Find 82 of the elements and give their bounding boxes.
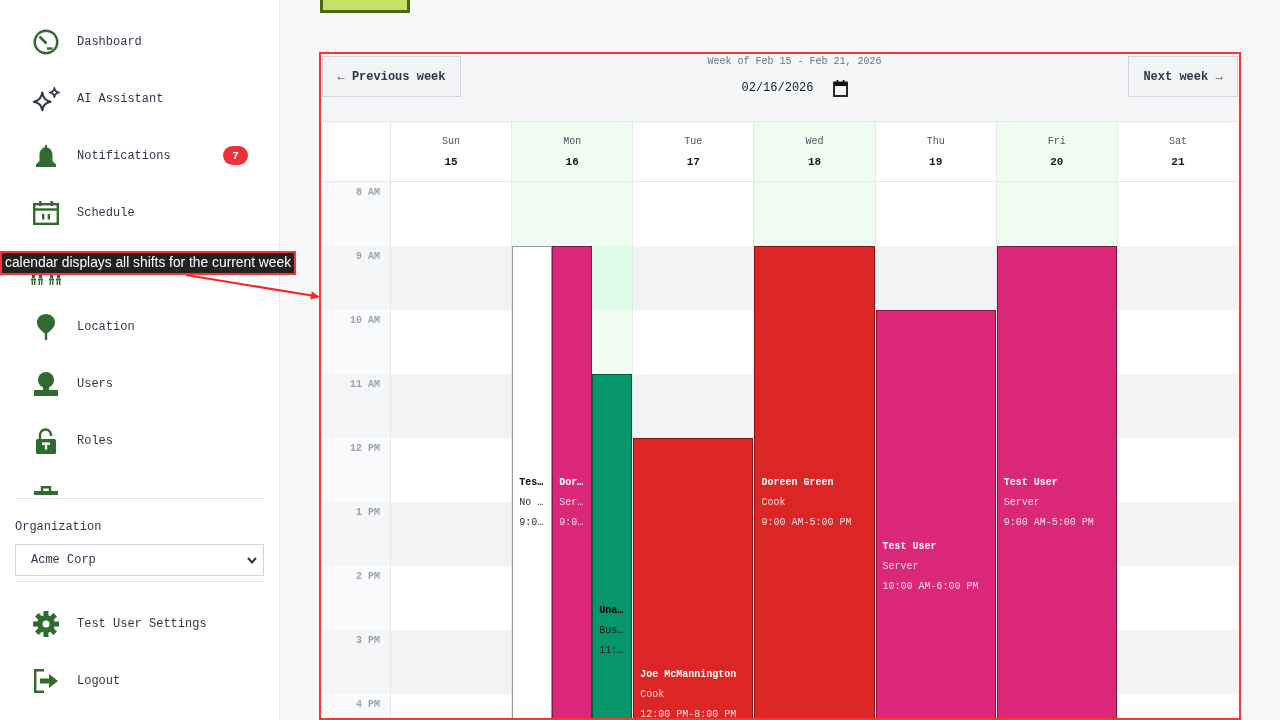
day-name: Sat xyxy=(1168,135,1187,148)
day-name: Mon xyxy=(563,135,582,148)
shift-name: Test User xyxy=(882,541,937,553)
time-label: 3 PM xyxy=(356,635,380,647)
user-icon xyxy=(33,371,59,396)
map-pin-icon xyxy=(36,313,56,340)
day-date: 20 xyxy=(1050,155,1064,168)
field-label: Organization xyxy=(15,520,103,534)
settings-icon xyxy=(33,610,59,637)
time-label: 1 PM xyxy=(356,507,380,519)
shift-time: 9:00 AM-5:00 PM xyxy=(1003,517,1094,529)
next-week-button[interactable]: Next week → xyxy=(1128,56,1238,97)
time-label: 10 AM xyxy=(350,315,380,327)
time-label: 9 AM xyxy=(356,251,380,263)
nav-item[interactable]: Test User Settings xyxy=(0,595,279,652)
day-name: Tue xyxy=(684,135,703,148)
shift-name: Dor… xyxy=(559,477,584,489)
day-name: Sun xyxy=(442,135,461,148)
nav-item[interactable]: Logout xyxy=(0,652,279,709)
action-button[interactable] xyxy=(320,0,410,13)
day-date: 17 xyxy=(686,155,700,168)
shift-role: Ser… xyxy=(559,497,584,509)
shift-time: 10:00 AM-6:00 PM xyxy=(882,581,979,593)
shift-time: 9:0… xyxy=(519,517,544,529)
shift-name: Joe McMannington xyxy=(640,669,737,681)
day-date: 19 xyxy=(929,155,943,168)
shift-time: 9:00 AM-5:00 PM xyxy=(761,517,852,529)
day-name: Fri xyxy=(1047,135,1066,148)
day-date: 21 xyxy=(1171,155,1185,168)
nav-item[interactable]: Schedule xyxy=(0,184,279,241)
nav-item[interactable]: Notifications 7 xyxy=(0,127,279,184)
chevron-down-icon xyxy=(247,556,257,564)
shift-role: Server xyxy=(1003,497,1040,509)
day-date: 18 xyxy=(807,155,822,168)
shift-role: Cook xyxy=(640,689,665,701)
shift-role: Server xyxy=(882,561,919,573)
shift-name: Tes… xyxy=(519,477,544,489)
shift-block[interactable]: Joe McMannington Cook 12:00 PM-8:00 PM xyxy=(633,438,754,720)
nav-item[interactable]: Roles xyxy=(0,412,279,469)
day-date: 16 xyxy=(565,155,579,168)
logout-icon xyxy=(33,668,59,693)
shift-name: Test User xyxy=(1003,477,1058,489)
previous-week-button[interactable]: ← Previous week xyxy=(322,56,461,97)
shift-block[interactable]: Test User Server 10:00 AM-6:00 PM xyxy=(875,310,996,720)
time-label: 11 AM xyxy=(350,379,380,391)
day-date: 15 xyxy=(444,155,458,168)
padlock-icon xyxy=(35,427,57,454)
shift-role: Cook xyxy=(761,497,786,509)
shift-role: No … xyxy=(519,497,544,509)
gauge-icon xyxy=(33,28,59,55)
briefcase-icon xyxy=(33,486,59,495)
people-icon xyxy=(31,275,61,285)
shift-block[interactable]: Dor… Ser… 9:0… xyxy=(552,246,593,720)
nav-item[interactable]: Users xyxy=(0,355,279,412)
time-label: 4 PM xyxy=(356,699,380,711)
day-name: Thu xyxy=(926,135,945,148)
date-input[interactable]: 02/16/2026 xyxy=(737,78,852,98)
time-label: 12 PM xyxy=(350,443,380,455)
shift-time: 12:00 PM-8:00 PM xyxy=(640,709,737,719)
shift-block[interactable]: Una… Bus… 11:… xyxy=(592,374,633,720)
shift-time: 11:… xyxy=(599,645,624,657)
shift-name: Doreen Green xyxy=(761,477,834,489)
calendar-icon xyxy=(832,79,848,97)
shift-name: Una… xyxy=(599,605,624,617)
nav-item[interactable]: Dashboard xyxy=(0,13,279,70)
time-label: 2 PM xyxy=(356,571,380,583)
shift-block[interactable]: Doreen Green Cook 9:00 AM-5:00 PM xyxy=(754,246,875,720)
sparkle-icon xyxy=(32,85,60,112)
organization-select[interactable]: Acme Corp xyxy=(15,544,264,576)
notification-badge: 7 xyxy=(223,146,248,165)
calendar-icon xyxy=(33,200,59,225)
nav-item[interactable]: Location xyxy=(0,298,279,355)
shift-time: 9:0… xyxy=(559,517,584,529)
nav-item[interactable]: AI Assistant xyxy=(0,70,279,127)
bell-icon xyxy=(34,143,58,168)
annotation-label: calendar displays all shifts for the current week xyxy=(0,251,297,275)
day-name: Wed xyxy=(805,135,824,148)
week-range: Week of Feb 15 - Feb 21, 2026 xyxy=(707,56,882,68)
time-label: 8 AM xyxy=(356,187,380,199)
shift-role: Bus… xyxy=(599,625,624,637)
shift-block[interactable]: Test User Server 9:00 AM-5:00 PM xyxy=(996,246,1117,720)
shift-block[interactable]: Tes… No … 9:0… xyxy=(512,246,553,720)
